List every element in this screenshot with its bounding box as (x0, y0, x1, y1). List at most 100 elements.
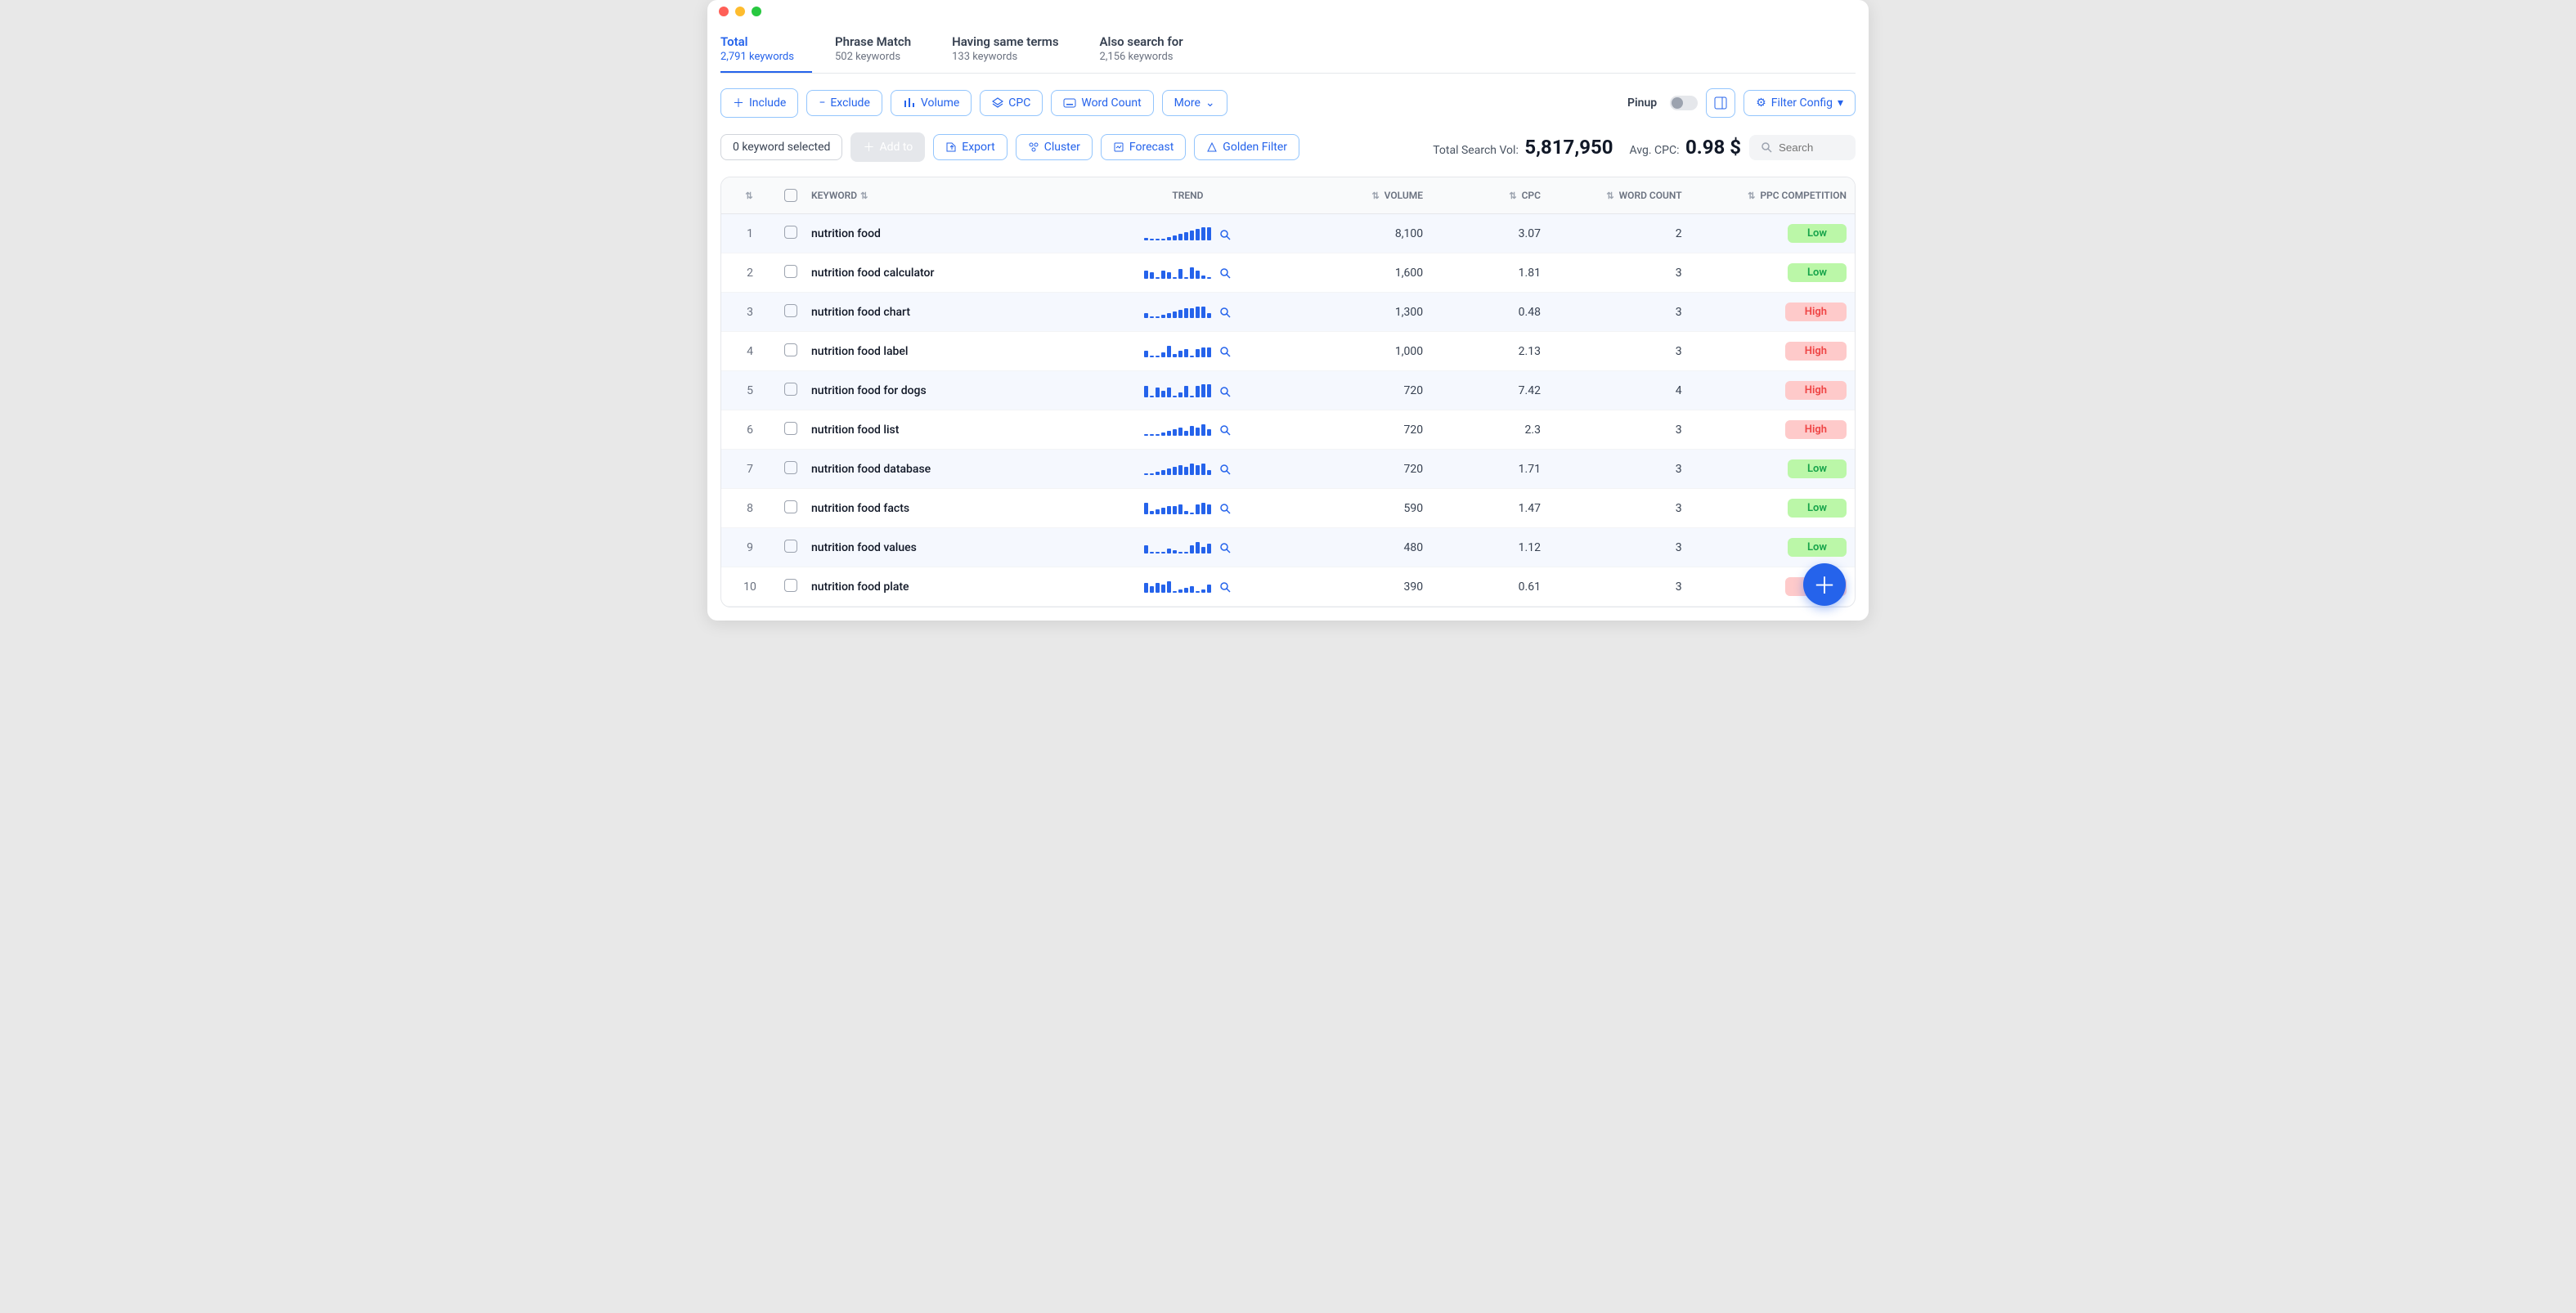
word-count-button[interactable]: Word Count (1051, 90, 1153, 116)
keyword-cell[interactable]: nutrition food calculator (811, 267, 1093, 280)
include-button[interactable]: ＋ Include (720, 88, 798, 118)
row-checkbox[interactable] (770, 226, 811, 242)
trend-bar (1190, 586, 1194, 593)
volume-cell: 8,100 (1281, 227, 1423, 240)
trend-bar (1178, 589, 1183, 593)
trend-bar (1196, 349, 1200, 357)
cpc-cell: 7.42 (1423, 384, 1541, 397)
row-checkbox[interactable] (770, 265, 811, 281)
magnify-icon[interactable] (1219, 542, 1231, 553)
ppc-badge: Low (1788, 459, 1847, 478)
magnify-icon[interactable] (1219, 267, 1231, 279)
keyword-cell[interactable]: nutrition food list (811, 423, 1093, 437)
forecast-button[interactable]: Forecast (1101, 134, 1186, 160)
keyword-cell[interactable]: nutrition food label (811, 345, 1093, 358)
search-input[interactable] (1779, 141, 1844, 154)
layout-icon (1714, 96, 1727, 110)
trend-bar (1144, 545, 1148, 553)
magnify-icon[interactable] (1219, 581, 1231, 593)
trend-bar (1150, 396, 1154, 397)
col-keyword[interactable]: KEYWORD (811, 190, 1093, 201)
col-ppc[interactable]: PPC COMPETITION (1682, 190, 1847, 201)
keyword-cell[interactable]: nutrition food (811, 227, 1093, 240)
keyword-cell[interactable]: nutrition food database (811, 463, 1093, 476)
trend-bar (1201, 384, 1205, 397)
golden-filter-button[interactable]: Golden Filter (1194, 134, 1299, 160)
trend-bar (1207, 470, 1211, 475)
cpc-cell: 3.07 (1423, 227, 1541, 240)
minimize-window-button[interactable] (735, 7, 745, 16)
col-cpc[interactable]: CPC (1423, 190, 1541, 201)
keyword-cell[interactable]: nutrition food for dogs (811, 384, 1093, 397)
keyword-cell[interactable]: nutrition food values (811, 541, 1093, 554)
trend-bar (1161, 585, 1165, 593)
row-checkbox[interactable] (770, 540, 811, 556)
include-label: Include (749, 96, 786, 110)
trend-cell (1093, 503, 1281, 514)
trend-bar (1184, 349, 1188, 357)
pinup-toggle[interactable] (1670, 96, 1698, 110)
layout-toggle-button[interactable] (1706, 88, 1735, 118)
keyword-cell[interactable]: nutrition food chart (811, 306, 1093, 319)
volume-cell: 390 (1281, 580, 1423, 594)
cpc-button[interactable]: CPC (980, 90, 1043, 116)
ppc-badge: Low (1788, 499, 1847, 518)
trend-bar (1196, 229, 1200, 240)
tab-also-search-for[interactable]: Also search for2,156 keywords (1100, 23, 1201, 73)
row-checkbox[interactable] (770, 383, 811, 399)
row-checkbox[interactable] (770, 461, 811, 477)
magnify-icon[interactable] (1219, 386, 1231, 397)
row-checkbox[interactable] (770, 422, 811, 438)
trend-bar (1196, 465, 1200, 475)
table-header: KEYWORD TREND VOLUME CPC WORD COUNT PPC … (721, 177, 1855, 214)
row-checkbox[interactable] (770, 500, 811, 517)
exclude-button[interactable]: − Exclude (806, 90, 882, 116)
col-volume[interactable]: VOLUME (1281, 190, 1423, 201)
trend-bar (1156, 472, 1160, 475)
row-checkbox[interactable] (770, 343, 811, 360)
maximize-window-button[interactable] (752, 7, 761, 16)
magnify-icon[interactable] (1219, 424, 1231, 436)
cluster-button[interactable]: Cluster (1016, 134, 1093, 160)
action-toolbar: 0 keyword selected ＋ Add to Export Clust… (720, 132, 1856, 177)
trend-bar (1144, 434, 1148, 436)
tab-total[interactable]: Total2,791 keywords (720, 23, 812, 73)
trend-bar (1207, 429, 1211, 436)
exclude-label: Exclude (830, 96, 870, 110)
magnify-icon[interactable] (1219, 307, 1231, 318)
cpc-cell: 2.3 (1423, 423, 1541, 437)
magnify-icon[interactable] (1219, 229, 1231, 240)
tab-phrase-match[interactable]: Phrase Match502 keywords (835, 23, 929, 73)
export-label: Export (962, 141, 994, 154)
col-word-count[interactable]: WORD COUNT (1541, 190, 1682, 201)
magnify-icon[interactable] (1219, 346, 1231, 357)
trend-bar (1150, 586, 1154, 593)
ppc-cell: Low (1682, 263, 1847, 282)
filter-config-button[interactable]: ⚙ Filter Config ▾ (1744, 90, 1856, 116)
keyword-cell[interactable]: nutrition food facts (811, 502, 1093, 515)
word-count-cell: 3 (1541, 345, 1682, 358)
add-to-button[interactable]: ＋ Add to (850, 132, 925, 162)
cpc-cell: 1.47 (1423, 502, 1541, 515)
search-input-wrapper[interactable] (1749, 135, 1856, 160)
row-checkbox[interactable] (770, 304, 811, 320)
close-window-button[interactable] (719, 7, 729, 16)
row-checkbox[interactable] (770, 579, 811, 595)
trend-bar (1150, 239, 1154, 240)
more-label: More (1174, 96, 1200, 110)
tab-having-same-terms[interactable]: Having same terms133 keywords (952, 23, 1076, 73)
trend-bar (1190, 308, 1194, 318)
magnify-icon[interactable] (1219, 464, 1231, 475)
magnify-icon[interactable] (1219, 503, 1231, 514)
keyword-cell[interactable]: nutrition food plate (811, 580, 1093, 594)
more-button[interactable]: More ⌄ (1162, 90, 1227, 116)
export-button[interactable]: Export (933, 134, 1007, 160)
trend-bar (1190, 396, 1194, 397)
col-sort[interactable] (729, 190, 770, 201)
ppc-badge: High (1785, 381, 1847, 400)
col-select-all[interactable] (770, 189, 811, 202)
trend-bar (1144, 271, 1148, 279)
add-fab-button[interactable]: ＋ (1803, 563, 1846, 606)
tab-subtitle: 133 keywords (952, 51, 1058, 63)
volume-button[interactable]: Volume (891, 90, 972, 116)
